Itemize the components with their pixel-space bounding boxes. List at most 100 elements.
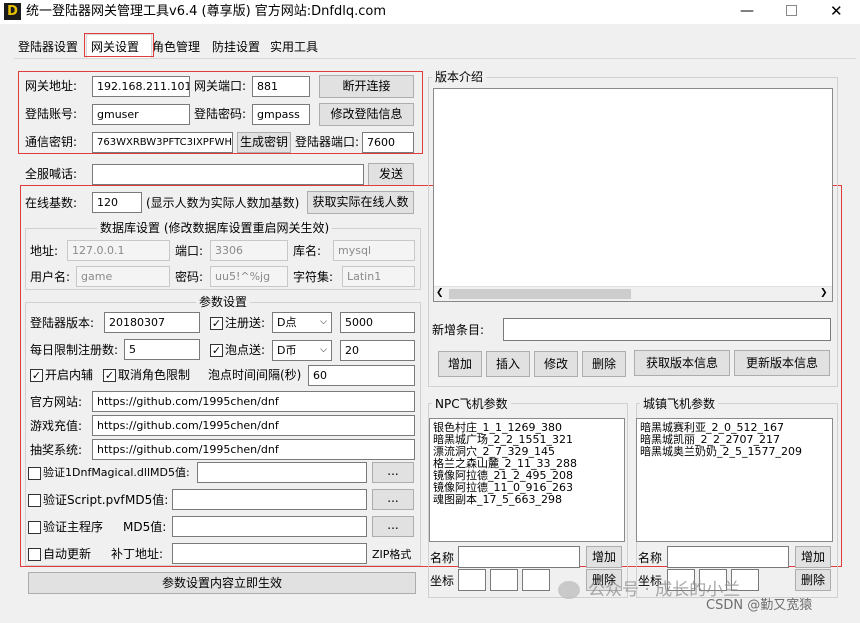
online-base-input[interactable]: 120 xyxy=(92,192,142,213)
broadcast-input[interactable] xyxy=(92,164,364,185)
cancel-role-limit-checkbox[interactable]: ✓ xyxy=(103,369,116,382)
verify-dll-checkbox[interactable] xyxy=(28,467,41,480)
tab-role-management[interactable]: 角色管理 xyxy=(152,39,200,55)
official-site-input[interactable]: https://github.com/1995chen/dnf xyxy=(92,391,415,412)
list-item[interactable]: 魂图副本_17_5_663_298 xyxy=(433,494,621,506)
db-user-label: 用户名: xyxy=(30,270,71,284)
lottery-input[interactable]: https://github.com/1995chen/dnf xyxy=(92,439,415,460)
db-user-input[interactable]: game xyxy=(76,266,170,287)
verify-dll-label: 验证1DnfMagical.dll xyxy=(43,466,151,479)
city-list[interactable]: 暗黑城赛利亚_2_0_512_167 暗黑城凯丽_2_2_2707_217 暗黑… xyxy=(636,418,833,542)
verify-pvf-browse-button[interactable]: ... xyxy=(372,489,414,510)
broadcast-send-button[interactable]: 发送 xyxy=(368,163,414,186)
verify-main-md5-input[interactable] xyxy=(172,516,367,537)
version-add-button[interactable]: 增加 xyxy=(438,351,482,377)
password-label: 登陆密码: xyxy=(194,107,247,121)
auto-update-checkbox[interactable] xyxy=(28,548,41,561)
npc-coord-x-input[interactable] xyxy=(458,569,486,591)
launcher-version-input[interactable]: 20180307 xyxy=(104,312,200,333)
verify-dll-md5-input[interactable] xyxy=(197,462,367,483)
db-charset-label: 字符集: xyxy=(293,270,334,284)
verify-main-browse-button[interactable]: ... xyxy=(372,516,414,537)
close-icon[interactable]: ✕ xyxy=(830,2,846,20)
bubble-gift-amount-input[interactable]: 20 xyxy=(340,340,415,361)
db-charset-input[interactable]: Latin1 xyxy=(342,266,415,287)
bubble-interval-input[interactable]: 60 xyxy=(308,365,415,386)
auto-update-label: 自动更新 xyxy=(43,547,92,561)
city-group-title: 城镇飞机参数 xyxy=(640,397,719,411)
minimize-icon[interactable]: — xyxy=(740,4,754,18)
npc-name-label: 名称 xyxy=(430,551,455,565)
recharge-label: 游戏充值: xyxy=(30,419,83,433)
official-site-label: 官方网站: xyxy=(30,395,83,409)
bubble-gift-checkbox[interactable]: ✓ xyxy=(210,344,223,357)
new-item-input[interactable] xyxy=(503,318,831,341)
verify-main-md5-label: MD5值: xyxy=(123,520,167,534)
window-title: 统一登陆器网关管理工具v6.4 (尊享版) 官方网站:Dnfdlq.com xyxy=(26,4,386,19)
verify-pvf-checkbox[interactable] xyxy=(28,494,41,507)
daily-limit-input[interactable]: 5 xyxy=(124,339,200,360)
version-intro-textbox[interactable]: ❮ ❯ xyxy=(433,88,833,302)
tab-anticheat-settings[interactable]: 防挂设置 xyxy=(212,39,260,55)
version-delete-button[interactable]: 删除 xyxy=(582,351,626,377)
fetch-version-button[interactable]: 获取版本信息 xyxy=(634,350,730,376)
update-version-button[interactable]: 更新版本信息 xyxy=(734,350,830,376)
gateway-addr-input[interactable]: 192.168.211.101 xyxy=(92,76,190,97)
tab-utilities[interactable]: 实用工具 xyxy=(270,39,318,55)
patch-url-label: 补丁地址: xyxy=(111,547,164,561)
maximize-icon[interactable] xyxy=(786,5,797,16)
launcher-port-label: 登陆器端口: xyxy=(295,135,360,149)
patch-url-input[interactable] xyxy=(172,543,367,564)
npc-coord-z-input[interactable] xyxy=(522,569,550,591)
recharge-input[interactable]: https://github.com/1995chen/dnf xyxy=(92,415,415,436)
verify-main-checkbox[interactable] xyxy=(28,521,41,534)
broadcast-label: 全服喊话: xyxy=(25,167,78,181)
db-pwd-input[interactable]: uu5!^%jg xyxy=(210,266,288,287)
gateway-port-label: 网关端口: xyxy=(194,79,247,93)
scroll-right-icon[interactable]: ❯ xyxy=(820,288,828,298)
password-input[interactable]: gmpass xyxy=(252,104,310,125)
cancel-role-limit-label: 取消角色限制 xyxy=(118,368,191,382)
inner-aux-checkbox[interactable]: ✓ xyxy=(30,369,43,382)
npc-coord-y-input[interactable] xyxy=(490,569,518,591)
horizontal-scrollbar[interactable]: ❮ ❯ xyxy=(434,286,832,301)
inner-aux-label: 开启内辅 xyxy=(45,368,94,382)
register-gift-amount-input[interactable]: 5000 xyxy=(340,312,415,333)
verify-pvf-md5-label: MD5值: xyxy=(125,493,169,507)
city-add-button[interactable]: 增加 xyxy=(795,546,831,568)
version-modify-button[interactable]: 修改 xyxy=(534,351,578,377)
bubble-gift-type-select[interactable]: D币 ⌵ xyxy=(272,340,332,361)
bubble-gift-label: 泡点送: xyxy=(225,343,266,357)
db-name-input[interactable]: mysql xyxy=(333,240,415,261)
db-addr-input[interactable]: 127.0.0.1 xyxy=(67,240,170,261)
list-item[interactable]: 暗黑城奥兰奶奶_2_5_1577_209 xyxy=(640,446,829,458)
params-group-title: 参数设置 xyxy=(196,295,251,309)
db-port-label: 端口: xyxy=(175,244,204,258)
version-insert-button[interactable]: 插入 xyxy=(486,351,530,377)
npc-add-button[interactable]: 增加 xyxy=(586,546,622,568)
bubble-interval-label: 泡点时间间隔(秒) xyxy=(208,368,302,382)
apply-params-button[interactable]: 参数设置内容立即生效 xyxy=(28,572,416,594)
modify-login-button[interactable]: 修改登陆信息 xyxy=(319,103,414,126)
db-port-input[interactable]: 3306 xyxy=(210,240,288,261)
app-logo: D xyxy=(4,3,21,20)
comm-key-input[interactable]: 763WXRBW3PFTC3IXPFWH xyxy=(92,132,233,153)
register-gift-checkbox[interactable]: ✓ xyxy=(210,317,223,330)
launcher-port-input[interactable]: 7600 xyxy=(362,132,414,153)
npc-name-input[interactable] xyxy=(458,546,580,568)
city-name-input[interactable] xyxy=(667,546,789,568)
generate-key-button[interactable]: 生成密钥 xyxy=(237,132,291,153)
scroll-left-icon[interactable]: ❮ xyxy=(436,288,444,298)
gateway-port-input[interactable]: 881 xyxy=(252,76,310,97)
chevron-down-icon: ⌵ xyxy=(320,317,327,327)
register-gift-type-select[interactable]: D点 ⌵ xyxy=(272,312,332,333)
online-base-label: 在线基数: xyxy=(25,196,78,210)
tab-launcher-settings[interactable]: 登陆器设置 xyxy=(18,39,78,55)
verify-pvf-md5-input[interactable] xyxy=(172,489,367,510)
scrollbar-thumb[interactable] xyxy=(449,289,631,299)
disconnect-button[interactable]: 断开连接 xyxy=(319,75,414,98)
fetch-online-button[interactable]: 获取实际在线人数 xyxy=(307,191,414,214)
account-input[interactable]: gmuser xyxy=(92,104,190,125)
npc-list[interactable]: 银色村庄_1_1_1269_380 暗黑城广场_2_2_1551_321 漂流洞… xyxy=(429,418,625,542)
verify-dll-browse-button[interactable]: ... xyxy=(372,462,414,483)
